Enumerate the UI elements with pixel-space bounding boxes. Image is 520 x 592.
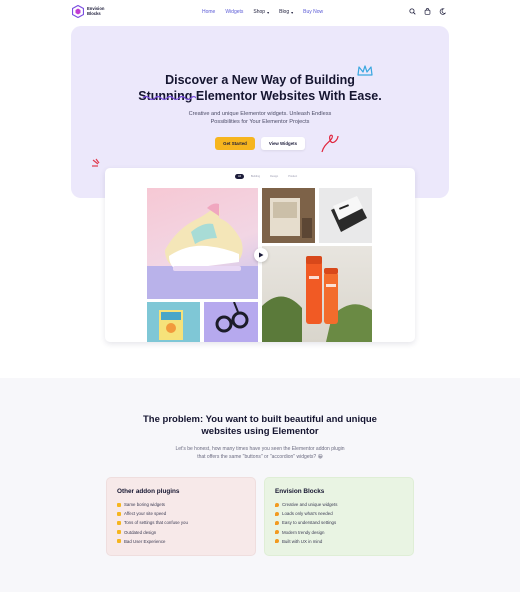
list-item-text: Outdated design (124, 529, 157, 535)
thumbs-down-icon (117, 521, 121, 525)
envision-blocks-title: Envision Blocks (275, 488, 325, 495)
sneaker-illustration (147, 203, 258, 299)
gallery-image-skincare[interactable] (262, 246, 372, 342)
search-icon[interactable] (409, 8, 416, 15)
problem-title: The problem: You want to built beautiful… (0, 414, 520, 438)
list-item-text: Loads only what's needed (282, 511, 333, 517)
underline-squiggle-icon (142, 95, 196, 101)
gallery-image-packaging[interactable] (319, 188, 372, 243)
thumbs-up-icon (275, 511, 279, 516)
filter-building[interactable]: Building (248, 174, 263, 179)
list-item: Tons of settings that confuse you (117, 518, 245, 527)
brand-name: Envision Blocks (87, 6, 109, 17)
hero-title: Discover a New Way of Building Stunning … (0, 72, 520, 104)
thumbs-down-icon (117, 539, 121, 544)
nav-label-shop: Shop (253, 9, 266, 15)
list-item-text: Modern trendy design (282, 529, 325, 535)
list-item: Loads only what's needed (275, 509, 403, 518)
thumbs-down-icon (117, 511, 121, 516)
problem-text: Let's be honest, how many times have you… (0, 445, 520, 461)
list-item: Built with UX in mind (275, 537, 403, 546)
filter-all[interactable]: All (235, 174, 244, 179)
list-item: Modern trendy design (275, 528, 403, 537)
envision-blocks-list: Creative and unique widgets Loads only w… (275, 500, 403, 546)
view-widgets-button[interactable]: View Widgets (261, 137, 305, 150)
problem-text-line1: Let's be honest, how many times have you… (175, 446, 345, 452)
moon-icon[interactable] (439, 8, 446, 15)
brand-name-line2: Blocks (87, 10, 101, 16)
list-item: Bad User Experience (117, 537, 245, 546)
play-video-button[interactable] (254, 248, 268, 262)
other-plugins-card: Other addon plugins Same boring widgets … (106, 477, 256, 556)
list-item-text: Bad User Experience (124, 538, 166, 544)
list-item-text: Affect your site speed (124, 511, 167, 517)
nav-item-shop[interactable]: Shop ▾ (253, 9, 269, 15)
hero-subtitle-line1: Creative and unique Elementor widgets. U… (188, 111, 332, 117)
problem-title-line2: websites using Elementor (201, 426, 319, 437)
hero-subtitle-line2: Possibilities for Your Elementor Project… (210, 119, 310, 125)
get-started-button[interactable]: Get Started (215, 137, 255, 150)
other-plugins-title: Other addon plugins (117, 488, 180, 495)
sparkle-doodle-icon (92, 158, 100, 167)
hero-title-line1: Discover a New Way of Building (165, 73, 355, 87)
problem-title-line1: The problem: You want to built beautiful… (143, 414, 377, 425)
list-item: Same boring widgets (117, 500, 245, 509)
thumbs-up-icon (275, 502, 279, 507)
problem-section (0, 378, 520, 592)
thumbs-down-icon (117, 530, 121, 535)
main-nav: Home Widgets Shop ▾ Blog ▾ Buy Now (202, 9, 323, 15)
other-plugins-list: Same boring widgets Affect your site spe… (117, 500, 245, 546)
play-icon (259, 252, 264, 258)
nav-label-blog: Blog (279, 9, 290, 15)
site-header: Envision Blocks Home Widgets Shop ▾ Blog ▾… (0, 0, 520, 26)
chevron-down-icon: ▾ (267, 9, 270, 15)
sunglasses-illustration (215, 302, 249, 333)
list-item: Creative and unique widgets (275, 500, 403, 509)
nav-label-buy-now: Buy Now (303, 9, 324, 15)
brand-logo[interactable]: Envision Blocks (72, 5, 109, 18)
scribble-doodle-icon (321, 134, 339, 153)
gallery-filter-bar: All Building Design Product (235, 174, 300, 179)
thumbs-down-icon (117, 502, 121, 507)
list-item-text: Creative and unique widgets (282, 502, 338, 507)
thumbs-up-icon (275, 539, 279, 544)
list-item-text: Same boring widgets (124, 502, 166, 507)
list-item-text: Tons of settings that confuse you (124, 520, 188, 526)
hero-title-line2: Stunning Elementor Websites With Ease. (138, 89, 382, 103)
header-actions (409, 8, 446, 15)
list-item-text: Built with UX in mind (282, 538, 323, 544)
list-item-text: Easy to understand settings (282, 520, 337, 526)
gallery-image-sunglasses[interactable] (204, 302, 258, 342)
nav-label-home: Home (202, 9, 216, 15)
skincare-illustration (262, 256, 372, 342)
list-item: Outdated design (117, 528, 245, 537)
widget-preview-card: All Building Design Product (105, 168, 415, 342)
artwork-illustration (159, 310, 183, 340)
filter-design[interactable]: Design (267, 174, 281, 179)
thumbs-up-icon (275, 530, 279, 535)
chevron-down-icon: ▾ (291, 9, 294, 15)
problem-text-line2: that offers the same "buttons" or "accor… (197, 454, 323, 460)
nav-item-buy-now[interactable]: Buy Now (303, 9, 323, 15)
gallery-image-illustration[interactable] (147, 302, 200, 342)
frame-illustration (262, 188, 315, 243)
list-item: Affect your site speed (117, 509, 245, 518)
filter-product[interactable]: Product (285, 174, 300, 179)
gallery-image-frame[interactable] (262, 188, 315, 243)
gallery-image-sneaker[interactable] (147, 188, 258, 299)
logo-icon (72, 5, 84, 18)
bag-icon[interactable] (424, 8, 431, 15)
nav-item-home[interactable]: Home (202, 9, 215, 15)
nav-item-widgets[interactable]: Widgets (225, 9, 243, 15)
envision-blocks-card: Envision Blocks Creative and unique widg… (264, 477, 414, 556)
nav-label-widgets: Widgets (225, 9, 244, 15)
list-item: Easy to understand settings (275, 518, 403, 527)
thumbs-up-icon (275, 521, 279, 525)
hero-subtitle: Creative and unique Elementor widgets. U… (0, 110, 520, 126)
nav-item-blog[interactable]: Blog ▾ (279, 9, 293, 15)
packaging-illustration (331, 196, 367, 232)
